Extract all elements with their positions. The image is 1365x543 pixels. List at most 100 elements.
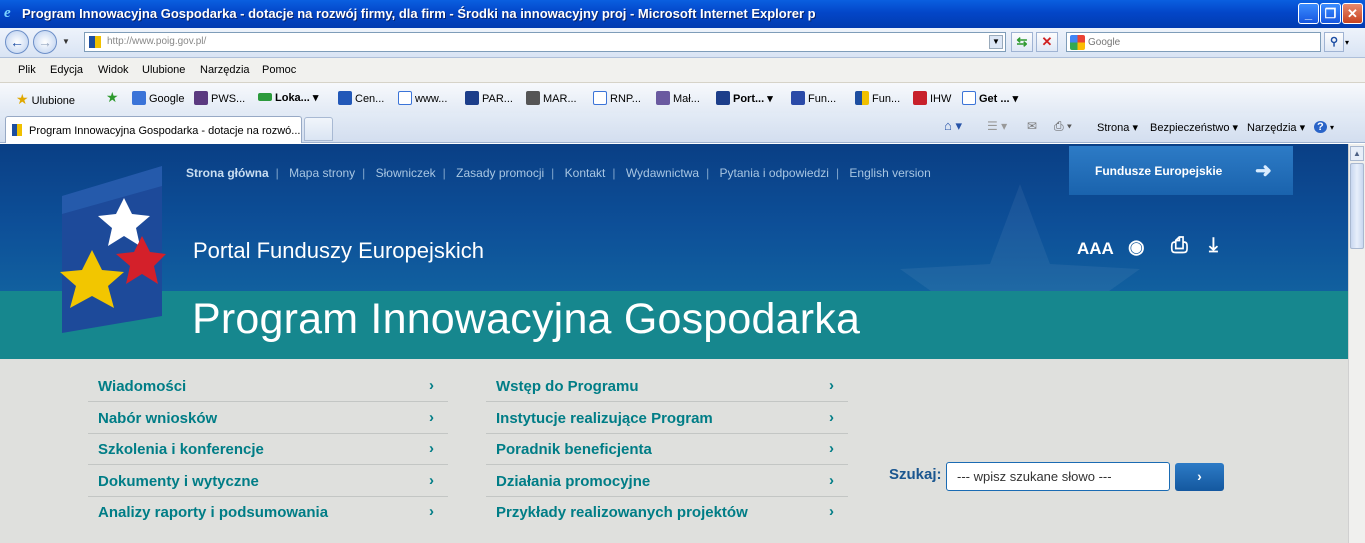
menu-narzedzia[interactable]: Narzędzia — [200, 64, 250, 76]
mail-icon[interactable]: ✉ — [1027, 119, 1037, 133]
help-icon[interactable]: ? — [1314, 121, 1327, 133]
site-search-input[interactable] — [946, 462, 1170, 491]
help-dropdown-icon[interactable]: ▾ — [1330, 123, 1334, 132]
address-field[interactable]: http://www.poig.gov.pl/ ▼ — [84, 32, 1006, 52]
page-favicon — [398, 91, 412, 105]
fav-par[interactable]: PAR... — [465, 91, 513, 105]
forward-button[interactable]: → — [33, 30, 57, 54]
print-icon[interactable]: ⎙ ▾ — [1054, 119, 1072, 134]
chevron-right-icon: › — [829, 440, 834, 457]
vertical-scrollbar[interactable]: ▲ — [1348, 144, 1365, 543]
download-icon[interactable]: ⤓ — [1209, 234, 1218, 257]
divider — [88, 464, 448, 465]
mar-favicon — [526, 91, 540, 105]
divider — [88, 401, 448, 402]
pws-favicon — [194, 91, 208, 105]
divider — [88, 433, 448, 434]
search-box[interactable] — [1066, 32, 1321, 52]
search-options-icon[interactable]: ▾ — [1345, 38, 1349, 47]
menu-edycja[interactable]: Edycja — [50, 64, 83, 76]
maximize-button[interactable]: ❐ — [1320, 3, 1341, 24]
nav-zasady-promocji[interactable]: Zasady promocji — [456, 166, 544, 180]
mal-favicon — [656, 91, 670, 105]
menu-link-wiadomosci[interactable]: Wiadomości — [98, 378, 186, 395]
back-button[interactable]: ← — [5, 30, 29, 54]
favorites-center-button[interactable]: ★ Ulubione — [16, 91, 75, 108]
menu-link-poradnik[interactable]: Poradnik beneficjenta — [496, 441, 652, 458]
fav-get[interactable]: Get ... ▾ — [962, 91, 1018, 105]
address-url[interactable]: http://www.poig.gov.pl/ — [107, 36, 206, 47]
nav-wydawnictwa[interactable]: Wydawnictwa — [626, 166, 699, 180]
fav-www[interactable]: www... — [398, 91, 447, 105]
menu-plik[interactable]: Plik — [18, 64, 36, 76]
tab-active[interactable]: Program Innowacyjna Gospodarka - dotacje… — [5, 116, 302, 143]
minimize-button[interactable]: _ — [1298, 3, 1319, 24]
menu-widok[interactable]: Widok — [98, 64, 129, 76]
close-button[interactable]: ✕ — [1342, 3, 1363, 24]
address-toolbar: ← → ▼ http://www.poig.gov.pl/ ▼ ⇆ ✕ ⚲ ▾ — [0, 28, 1365, 58]
font-size-icon[interactable]: AAA — [1077, 239, 1114, 259]
search-label: Szukaj: — [889, 466, 942, 483]
nav-mapa-strony[interactable]: Mapa strony — [289, 166, 355, 180]
home-icon[interactable]: ⌂ ▾ — [944, 118, 962, 134]
fav-mar[interactable]: MAR... — [526, 91, 577, 105]
refresh-button[interactable]: ⇆ — [1011, 32, 1033, 52]
fav-fun-1[interactable]: Fun... — [791, 91, 836, 105]
fav-port[interactable]: Port... ▾ — [716, 91, 773, 105]
scroll-thumb[interactable] — [1350, 163, 1364, 249]
menu-link-dzialania[interactable]: Działania promocyjne — [496, 473, 650, 490]
nav-strona-glowna[interactable]: Strona główna — [186, 166, 269, 180]
fav-cen[interactable]: Cen... — [338, 91, 384, 105]
chevron-right-icon: › — [829, 503, 834, 520]
fav-google[interactable]: Google — [132, 91, 184, 105]
nav-separator: | — [275, 166, 279, 180]
nav-kontakt[interactable]: Kontakt — [565, 166, 606, 180]
nav-english[interactable]: English version — [849, 166, 930, 180]
site-search-button[interactable]: › — [1175, 463, 1224, 491]
menu-link-instytucje[interactable]: Instytucje realizujące Program — [496, 410, 713, 427]
scroll-up-button[interactable]: ▲ — [1350, 146, 1364, 161]
fav-ihw[interactable]: IHW — [913, 91, 951, 105]
portal-title: Portal Funduszy Europejskich — [193, 238, 485, 263]
menu-link-nabor-wnioskow[interactable]: Nabór wniosków — [98, 410, 217, 427]
fav-mal[interactable]: Mał... — [656, 91, 700, 105]
contrast-eye-icon[interactable]: ◉ — [1128, 236, 1145, 259]
nav-separator: | — [706, 166, 710, 180]
narzedzia-menu[interactable]: Narzędzia ▾ — [1247, 121, 1305, 134]
web-page: Strona główna | Mapa strony | Słowniczek | … — [0, 144, 1348, 543]
history-dropdown-icon[interactable]: ▼ — [62, 37, 70, 46]
fav-pws[interactable]: PWS... — [194, 91, 245, 105]
menu-ulubione[interactable]: Ulubione — [142, 64, 185, 76]
bezpieczenstwo-menu[interactable]: Bezpieczeństwo ▾ — [1150, 121, 1238, 134]
menu-link-wstep[interactable]: Wstęp do Programu — [496, 378, 639, 395]
menu-link-analizy[interactable]: Analizy raporty i podsumowania — [98, 504, 328, 521]
nav-separator: | — [551, 166, 555, 180]
nav-slowniczek[interactable]: Słowniczek — [376, 166, 436, 180]
address-dropdown-button[interactable]: ▼ — [989, 35, 1003, 49]
add-favorite-icon[interactable]: ★ — [106, 89, 119, 106]
divider — [486, 464, 848, 465]
strona-menu[interactable]: Strona ▾ — [1097, 121, 1138, 134]
cen-favicon — [338, 91, 352, 105]
print-page-icon[interactable]: ⎙ — [1171, 234, 1188, 258]
favorites-bar: ★ Ulubione ★ Google PWS... Loka... ▾ Cen… — [0, 83, 1365, 113]
ie-icon: e — [4, 5, 11, 21]
fav-loka[interactable]: Loka... ▾ — [258, 91, 318, 104]
feeds-icon[interactable]: ☰ ▾ — [987, 119, 1007, 133]
divider — [88, 496, 448, 497]
arrow-right-icon: ➜ — [1255, 160, 1272, 182]
menu-pomoc[interactable]: Pomoc — [262, 64, 296, 76]
fav-fun-2[interactable]: Fun... — [855, 91, 900, 105]
nav-pytania[interactable]: Pytania i odpowiedzi — [720, 166, 829, 180]
search-button[interactable]: ⚲ — [1324, 32, 1344, 52]
menu-link-dokumenty[interactable]: Dokumenty i wytyczne — [98, 473, 259, 490]
fundusze-europejskie-button[interactable]: Fundusze Europejskie ➜ — [1069, 146, 1293, 195]
chevron-right-icon: › — [429, 440, 434, 457]
menu-link-przyklady[interactable]: Przykłady realizowanych projektów — [496, 504, 748, 521]
google-favicon — [132, 91, 146, 105]
new-tab-button[interactable] — [304, 117, 333, 141]
stop-button[interactable]: ✕ — [1036, 32, 1058, 52]
menu-link-szkolenia[interactable]: Szkolenia i konferencje — [98, 441, 264, 458]
search-input[interactable] — [1088, 35, 1316, 49]
fav-rnp[interactable]: RNP... — [593, 91, 641, 105]
